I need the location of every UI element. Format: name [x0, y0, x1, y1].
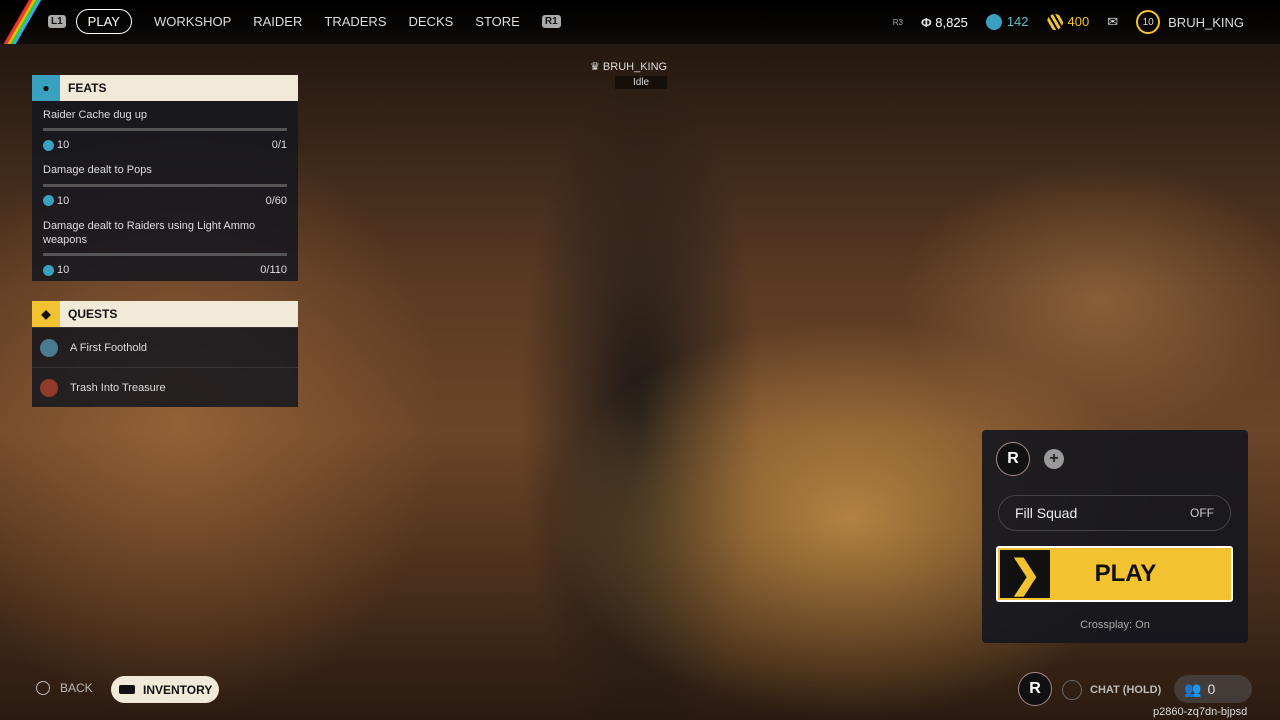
people-icon: 👥	[1184, 680, 1202, 697]
fill-squad-toggle[interactable]: Fill Squad OFF	[998, 495, 1231, 531]
circle-button-icon	[36, 681, 50, 695]
mail-icon[interactable]: ✉	[1107, 14, 1118, 30]
feat-reward: 10	[43, 264, 69, 276]
inventory-label: INVENTORY	[143, 682, 213, 697]
quests-panel: ◆ QUESTS A First Foothold Trash Into Trea…	[32, 301, 298, 407]
feat-progress-bar	[43, 183, 287, 187]
player-state: Idle	[615, 76, 668, 89]
top-nav-bar: L1 PLAY WORKSHOP RAIDER TRADERS DECKS ST…	[0, 0, 1280, 44]
tab-raider[interactable]: RAIDER	[253, 14, 302, 29]
fill-squad-label: Fill Squad	[1015, 505, 1078, 521]
quest-item[interactable]: Trash Into Treasure	[32, 367, 298, 407]
quests-title: QUESTS	[68, 307, 118, 321]
quest-label: Trash Into Treasure	[70, 381, 166, 394]
quest-icon	[40, 378, 58, 397]
r3-hint: R3	[892, 17, 903, 27]
tab-decks[interactable]: DECKS	[409, 14, 454, 29]
back-label: BACK	[60, 681, 93, 695]
party-count-value: 0	[1207, 681, 1216, 697]
tab-workshop[interactable]: WORKSHOP	[154, 14, 231, 29]
feats-title: FEATS	[68, 81, 107, 95]
l1-button-hint: L1	[48, 15, 66, 28]
chat-button[interactable]: CHAT (HOLD)	[1062, 680, 1161, 700]
r1-button-hint: R1	[541, 15, 561, 28]
feat-item[interactable]: Raider Cache dug up 10 0/1	[32, 101, 298, 156]
feat-progress-bar	[43, 128, 287, 132]
profile[interactable]: 10 BRUH_KING	[1136, 10, 1244, 34]
username: BRUH_KING	[1168, 14, 1244, 30]
player-avatar[interactable]: R	[996, 442, 1030, 476]
level-badge: 10	[1136, 10, 1161, 34]
touchpad-icon	[119, 685, 135, 694]
inventory-button[interactable]: INVENTORY	[111, 676, 219, 703]
session-id: p2860-zq7dn-bjpsd	[1153, 706, 1248, 718]
tab-play[interactable]: PLAY	[75, 9, 132, 34]
feat-progress-bar	[43, 253, 287, 257]
add-squad-member-button[interactable]: +	[1044, 449, 1064, 469]
crossplay-status: Crossplay: On	[1080, 619, 1150, 631]
play-button[interactable]: ❯ PLAY	[996, 546, 1233, 602]
quest-label: A First Foothold	[70, 341, 148, 354]
blue-currency: 142	[985, 14, 1029, 31]
logo-stripe	[0, 0, 45, 44]
gold-token-icon	[1046, 14, 1063, 31]
feat-progress-text: 0/1	[271, 139, 287, 152]
crown-icon: ♛	[590, 61, 603, 73]
feat-reward: 10	[43, 195, 69, 207]
gold-currency: 400	[1046, 14, 1089, 31]
chevron-right-icon: ❯	[1000, 550, 1050, 598]
quest-item[interactable]: A First Foothold	[32, 327, 298, 367]
player-nameplate: ♛ BRUH_KING Idle	[590, 61, 668, 89]
feat-progress-text: 0/110	[260, 264, 287, 277]
coin-icon: Φ	[920, 14, 936, 30]
blue-token-icon	[985, 14, 1002, 31]
feats-icon: ●	[32, 75, 60, 101]
squad-panel: R + Fill Squad OFF ❯ PLAY Crossplay: On	[982, 430, 1248, 643]
footer-avatar[interactable]: R	[1018, 672, 1052, 706]
tab-store[interactable]: STORE	[475, 14, 520, 29]
play-label: PLAY	[1094, 560, 1157, 587]
feat-name: Damage dealt to Raiders using Light Ammo…	[43, 219, 256, 246]
coins-display: Φ 8,825	[920, 14, 968, 30]
tab-traders[interactable]: TRADERS	[324, 14, 386, 29]
feat-name: Raider Cache dug up	[43, 109, 147, 121]
feat-progress-text: 0/60	[265, 194, 287, 207]
chat-label: CHAT (HOLD)	[1090, 684, 1162, 696]
stick-icon	[1062, 680, 1082, 700]
party-count[interactable]: 👥 0	[1174, 675, 1252, 703]
feat-reward: 10	[43, 139, 69, 151]
fill-squad-value: OFF	[1190, 506, 1214, 520]
quests-icon: ◆	[32, 301, 60, 327]
blue-token-icon	[43, 139, 54, 151]
quest-icon	[40, 338, 58, 357]
feats-panel: ● FEATS Raider Cache dug up 10 0/1 Damage …	[32, 75, 298, 282]
feat-item[interactable]: Damage dealt to Raiders using Light Ammo…	[32, 212, 298, 282]
back-button[interactable]: BACK	[36, 681, 93, 695]
blue-token-icon	[43, 264, 54, 276]
feat-name: Damage dealt to Pops	[43, 164, 152, 177]
blue-token-icon	[43, 195, 54, 207]
feat-item[interactable]: Damage dealt to Pops 10 0/60	[32, 156, 298, 211]
